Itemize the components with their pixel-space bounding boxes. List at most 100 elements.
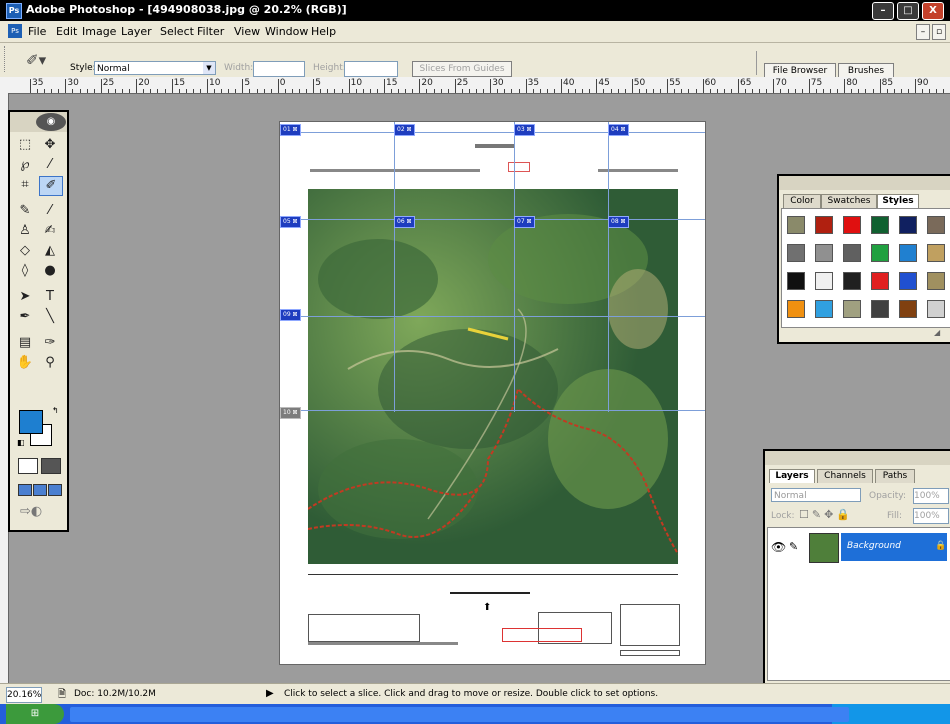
menu-window[interactable]: Window <box>265 25 308 38</box>
jump-to-imageready-icon[interactable]: ⇨◐ <box>20 504 42 519</box>
default-colors-icon[interactable]: ◧ <box>17 438 25 447</box>
zoom-field[interactable]: 20.16% <box>6 687 42 703</box>
slices-from-guides-button[interactable]: Slices From Guides <box>412 61 512 77</box>
slice-07[interactable]: 07 ⊠ <box>514 216 535 228</box>
style-select[interactable]: Normal ▼ <box>94 61 216 75</box>
guide-horizontal[interactable] <box>280 219 705 220</box>
style-swatch[interactable] <box>815 300 833 318</box>
notes-tool-icon[interactable]: ▤ <box>14 334 36 352</box>
screen-mode-menu-icon[interactable] <box>33 484 47 496</box>
style-swatch[interactable] <box>899 300 917 318</box>
opacity-field[interactable]: 100% <box>913 488 949 504</box>
healing-brush-tool-icon[interactable]: ✎ <box>14 202 36 220</box>
style-swatch[interactable] <box>927 216 945 234</box>
guide-vertical[interactable] <box>608 122 609 412</box>
tab-paths[interactable]: Paths <box>875 469 915 483</box>
path-selection-tool-icon[interactable]: ➤ <box>14 288 36 306</box>
menu-image[interactable]: Image <box>82 25 116 38</box>
history-brush-tool-icon[interactable]: ✍ <box>39 222 61 240</box>
style-swatch[interactable] <box>815 272 833 290</box>
document-icon[interactable]: 🗎 <box>58 687 66 704</box>
doc-minimize-button[interactable]: – <box>916 24 930 40</box>
style-swatch[interactable] <box>871 272 889 290</box>
document-canvas[interactable]: ⬆ 01 ⊠ 02 ⊠ 03 ⊠ 04 ⊠ 05 ⊠ 06 ⊠ 07 ⊠ 08 … <box>279 121 706 665</box>
type-tool-icon[interactable]: T <box>39 288 61 306</box>
adobe-online-icon[interactable]: ◉ <box>36 113 66 131</box>
line-tool-icon[interactable]: ╲ <box>39 308 61 326</box>
width-field[interactable] <box>253 61 305 77</box>
slice-tool-icon[interactable]: ✐▾ <box>26 51 46 69</box>
guide-horizontal[interactable] <box>280 316 705 317</box>
photoshop-menu-icon[interactable]: Ps <box>8 24 22 38</box>
style-swatch[interactable] <box>815 244 833 262</box>
hand-tool-icon[interactable]: ✋ <box>14 354 36 372</box>
tab-color[interactable]: Color <box>783 194 821 208</box>
style-swatch[interactable] <box>787 216 805 234</box>
style-swatch[interactable] <box>871 300 889 318</box>
menu-filter[interactable]: Filter <box>197 25 224 38</box>
foreground-color-swatch[interactable] <box>19 410 43 434</box>
menu-select[interactable]: Select <box>160 25 194 38</box>
tab-swatches[interactable]: Swatches <box>821 194 877 208</box>
menu-edit[interactable]: Edit <box>56 25 77 38</box>
horizontal-ruler[interactable]: 35 30 25 20 15 10 5 0 5 10 15 20 25 30 35 40 45 50 55 60 65 7… <box>0 77 950 94</box>
style-swatch[interactable] <box>843 300 861 318</box>
height-field[interactable] <box>344 61 398 77</box>
slice-01[interactable]: 01 ⊠ <box>280 124 301 136</box>
brush-link-icon[interactable]: ✎ <box>789 540 798 553</box>
taskbar-button[interactable] <box>778 707 849 722</box>
minimize-button[interactable]: – <box>872 2 894 20</box>
guide-vertical[interactable] <box>514 122 515 412</box>
zoom-tool-icon[interactable]: ⚲ <box>39 354 61 372</box>
maximize-button[interactable]: □ <box>897 2 919 20</box>
tab-channels[interactable]: Channels <box>817 469 873 483</box>
magic-wand-tool-icon[interactable]: ⁄ <box>39 156 61 174</box>
marquee-tool-icon[interactable]: ⬚ <box>14 136 36 154</box>
blur-tool-icon[interactable]: ◊ <box>14 262 36 280</box>
menu-help[interactable]: Help <box>311 25 336 38</box>
start-button[interactable]: ⊞ <box>6 704 64 724</box>
layers-panel-header[interactable] <box>765 451 950 465</box>
toolbox-header[interactable]: ◉ <box>10 112 67 132</box>
guide-horizontal[interactable] <box>280 132 705 133</box>
layer-row-background[interactable]: 👁 ✎ Background 🔒 <box>769 531 949 565</box>
slice-tool-icon-active[interactable]: ✐ <box>39 176 63 196</box>
panel-resize-icon[interactable]: ◢ <box>934 328 940 337</box>
lasso-tool-icon[interactable]: ℘ <box>14 156 36 174</box>
slice-06[interactable]: 06 ⊠ <box>394 216 415 228</box>
style-swatch[interactable] <box>787 272 805 290</box>
crop-tool-icon[interactable]: ⌗ <box>14 176 36 194</box>
guide-vertical[interactable] <box>394 122 395 412</box>
style-swatch[interactable] <box>871 244 889 262</box>
style-swatch[interactable] <box>871 216 889 234</box>
dodge-tool-icon[interactable]: ● <box>39 262 61 280</box>
status-arrow-icon[interactable]: ▶ <box>266 688 274 699</box>
slice-04[interactable]: 04 ⊠ <box>608 124 629 136</box>
paint-bucket-tool-icon[interactable]: ◭ <box>39 242 61 260</box>
slice-05[interactable]: 05 ⊠ <box>280 216 301 228</box>
slice-09[interactable]: 09 ⊠ <box>280 309 301 321</box>
slice-08[interactable]: 08 ⊠ <box>608 216 629 228</box>
style-swatch[interactable] <box>927 244 945 262</box>
tab-styles[interactable]: Styles <box>877 194 919 208</box>
style-swatch[interactable] <box>815 216 833 234</box>
blend-mode-select[interactable]: Normal <box>771 488 861 502</box>
fill-field[interactable]: 100% <box>913 508 949 524</box>
swap-colors-icon[interactable]: ↰ <box>52 406 59 415</box>
slice-03[interactable]: 03 ⊠ <box>514 124 535 136</box>
doc-restore-button[interactable]: ▫ <box>932 24 946 40</box>
pen-tool-icon[interactable]: ✒ <box>14 308 36 326</box>
lock-icons[interactable]: ☐✎✥🔒 <box>799 508 853 521</box>
style-swatch[interactable] <box>787 300 805 318</box>
style-swatch[interactable] <box>843 216 861 234</box>
move-tool-icon[interactable]: ✥ <box>39 136 61 154</box>
menu-layer[interactable]: Layer <box>121 25 152 38</box>
standard-mode-icon[interactable] <box>18 458 38 474</box>
eyedropper-tool-icon[interactable]: ✑ <box>39 334 61 352</box>
style-swatch[interactable] <box>899 272 917 290</box>
screen-mode-full-icon[interactable] <box>48 484 62 496</box>
quick-mask-mode-icon[interactable] <box>41 458 61 474</box>
slice-10[interactable]: 10 ⊠ <box>280 407 301 419</box>
brush-tool-icon[interactable]: ⁄ <box>39 202 61 220</box>
clone-stamp-tool-icon[interactable]: ♙ <box>14 222 36 240</box>
